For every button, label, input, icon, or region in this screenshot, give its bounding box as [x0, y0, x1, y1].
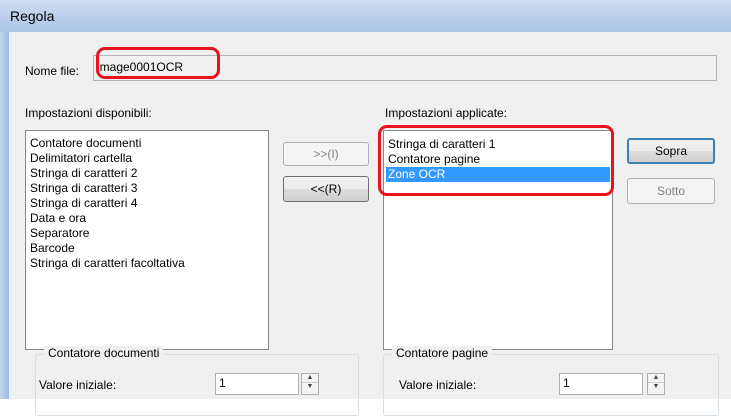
file-name-label: Nome file: — [25, 64, 80, 78]
page-counter-spinner[interactable]: ▲ ▼ — [647, 373, 665, 395]
available-list-item[interactable]: Stringa di caratteri 4 — [26, 196, 268, 211]
move-up-button[interactable]: Sopra — [627, 138, 715, 164]
document-counter-initial-label: Valore iniziale: — [39, 378, 117, 392]
available-settings-list[interactable]: Contatore documenti Delimitatori cartella… — [25, 130, 269, 350]
available-list-item[interactable]: Stringa di caratteri 2 — [26, 166, 268, 181]
page-counter-initial-input[interactable]: 1 — [559, 373, 643, 395]
document-counter-title: Contatore documenti — [44, 346, 164, 360]
spin-down-icon[interactable]: ▼ — [648, 383, 664, 391]
available-list-item[interactable]: Barcode — [26, 241, 268, 256]
page-counter-initial-label: Valore iniziale: — [399, 378, 477, 392]
spin-up-icon[interactable]: ▲ — [648, 374, 664, 383]
document-counter-initial-input[interactable]: 1 — [215, 373, 299, 395]
available-list-item[interactable]: Stringa di caratteri 3 — [26, 181, 268, 196]
spin-down-icon[interactable]: ▼ — [302, 383, 318, 391]
add-button[interactable]: >>(I) — [283, 142, 369, 166]
available-list-item[interactable]: Contatore documenti — [26, 136, 268, 151]
window-frame-left — [0, 32, 9, 399]
page-counter-title: Contatore pagine — [392, 346, 493, 360]
available-settings-label: Impostazioni disponibili: — [25, 106, 152, 120]
applied-settings-highlight — [378, 125, 614, 196]
dialog-body: Nome file: image0001OCR Impostazioni dis… — [9, 32, 731, 416]
document-counter-initial-value: 1 — [219, 376, 226, 390]
spin-up-icon[interactable]: ▲ — [302, 374, 318, 383]
available-list-item[interactable]: Separatore — [26, 226, 268, 241]
window-title: Regola — [10, 8, 55, 24]
applied-settings-label: Impostazioni applicate: — [385, 106, 508, 120]
page-counter-initial-value: 1 — [563, 376, 570, 390]
remove-button[interactable]: <<(R) — [283, 176, 369, 202]
file-name-highlight — [96, 47, 220, 79]
available-list-item[interactable]: Data e ora — [26, 211, 268, 226]
available-list-item[interactable]: Delimitatori cartella — [26, 151, 268, 166]
document-counter-spinner[interactable]: ▲ ▼ — [301, 373, 319, 395]
title-bar[interactable]: Regola — [0, 0, 731, 32]
move-down-button[interactable]: Sotto — [627, 178, 715, 204]
available-list-item[interactable]: Stringa di caratteri facoltativa — [26, 256, 268, 271]
